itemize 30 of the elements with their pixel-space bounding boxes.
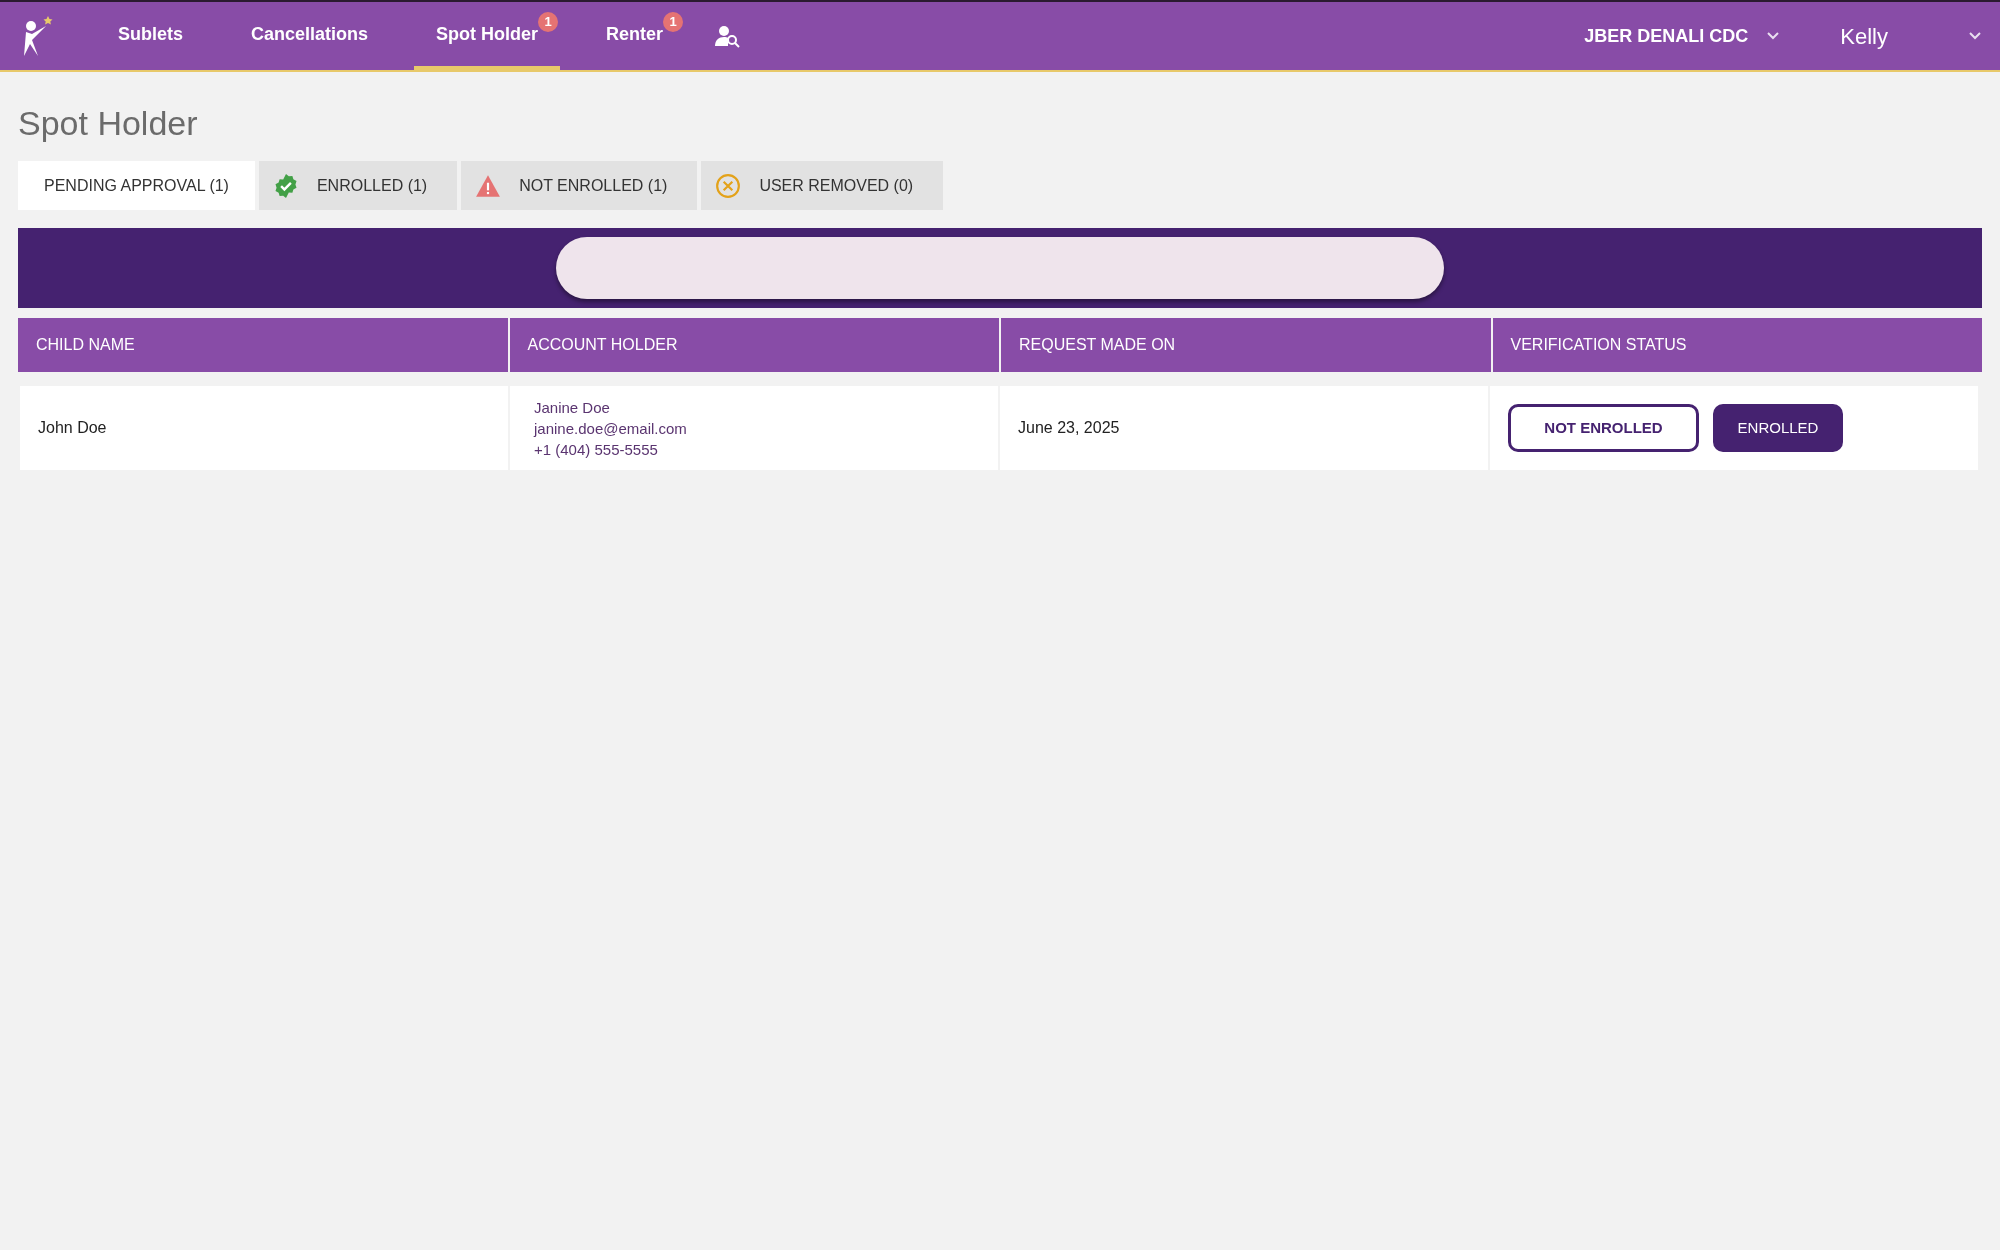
table-cell: June 23, 2025 [1000,386,1488,470]
column-header: VERIFICATION STATUS [1492,318,1982,372]
user-search-icon[interactable] [715,24,742,48]
nav-tab[interactable]: Sublets [96,2,205,70]
chevron-down-icon [1766,31,1781,41]
enrolled-button[interactable]: ENROLLED [1713,404,1843,452]
column-header: REQUEST MADE ON [1001,318,1491,372]
user-menu-dropdown[interactable]: Kelly [1840,19,1982,53]
cancel-circle-icon [715,172,742,199]
warning-icon [475,173,502,198]
search-field[interactable] [556,237,1444,299]
nav-tab[interactable]: Renter 1 [584,2,686,70]
status-filter-tab[interactable]: ENROLLED (1) [258,161,458,210]
table-cell: John Doe [20,386,508,470]
chevron-down-icon [1968,31,1982,41]
page-title: Spot Holder [18,103,199,144]
status-filter-tab[interactable]: NOT ENROLLED (1) [461,161,698,210]
notification-badge: 1 [538,12,559,32]
account-holder-text: +1 (404) 555-5555 [534,439,659,460]
nav-tab[interactable]: Spot Holder 1 [414,2,561,70]
notification-badge: 1 [663,12,684,32]
account-holder-text: janine.doe@email.com [534,418,688,439]
nav-tab[interactable]: Cancellations [229,2,391,70]
status-filter-tab[interactable]: PENDING APPROVAL (1) [18,161,255,210]
column-header: ACCOUNT HOLDER [509,318,999,372]
account-holder-text: Janine Doe [534,397,611,418]
location-dropdown[interactable]: JBER DENALI CDC [1584,22,1781,50]
not-enrolled-button[interactable]: NOT ENROLLED [1508,404,1699,452]
status-filter-tab[interactable]: USER REMOVED (0) [701,161,944,210]
column-header: CHILD NAME [18,318,508,372]
